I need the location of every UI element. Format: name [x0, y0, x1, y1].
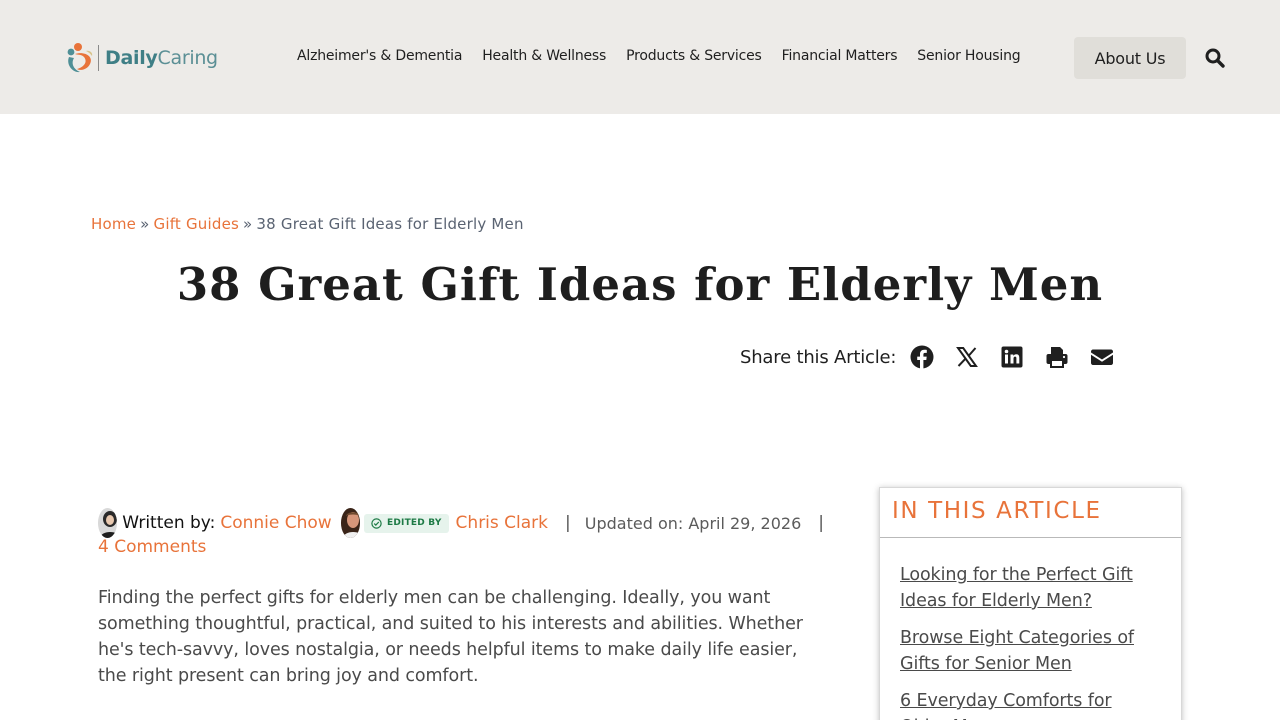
email-icon[interactable] [1090, 345, 1114, 369]
breadcrumb-home[interactable]: Home [91, 215, 136, 233]
page-title: 38 Great Gift Ideas for Elderly Men [176, 258, 1104, 311]
toc-heading: IN THIS ARTICLE [880, 488, 1181, 538]
nav-alzheimers-dementia[interactable]: Alzheimer's & Dementia [297, 48, 462, 64]
author-avatar [98, 508, 118, 538]
toc-list: Looking for the Perfect Gift Ideas for E… [880, 538, 1181, 720]
editor-avatar [340, 508, 360, 538]
table-of-contents: IN THIS ARTICLE Looking for the Perfect … [879, 487, 1182, 720]
nav-senior-housing[interactable]: Senior Housing [917, 48, 1020, 64]
toc-link-perfect-gift-ideas[interactable]: Looking for the Perfect Gift Ideas for E… [900, 565, 1133, 611]
logo-text: DailyCaring [105, 47, 218, 69]
breadcrumb-gift-guides[interactable]: Gift Guides [154, 215, 240, 233]
nav-financial-matters[interactable]: Financial Matters [782, 48, 898, 64]
x-icon[interactable] [955, 345, 979, 369]
site-header: DailyCaring Alzheimer's & Dementia Healt… [0, 0, 1280, 114]
edited-by-badge: EDITED BY [364, 513, 449, 533]
comments-link[interactable]: 4 Comments [98, 537, 838, 557]
search-icon[interactable] [1204, 47, 1226, 69]
share-bar: Share this Article: [740, 345, 1135, 369]
breadcrumb-separator: » [243, 215, 253, 233]
article-byline: Written by: Connie Chow EDITED BY Chris … [98, 508, 838, 557]
toc-link-everyday-comforts[interactable]: 6 Everyday Comforts for Older Men [900, 691, 1112, 720]
nav-products-services[interactable]: Products & Services [626, 48, 762, 64]
editor-link[interactable]: Chris Clark [456, 513, 548, 533]
author-link[interactable]: Connie Chow [220, 513, 331, 533]
linkedin-icon[interactable] [1000, 345, 1024, 369]
byline-divider: | [818, 513, 824, 533]
article-intro: Finding the perfect gifts for elderly me… [98, 588, 803, 686]
share-label: Share this Article: [740, 346, 897, 368]
about-us-button[interactable]: About Us [1074, 37, 1186, 79]
logo-mark-icon [66, 42, 94, 74]
updated-date: Updated on: April 29, 2026 [584, 513, 802, 533]
toc-item: Looking for the Perfect Gift Ideas for E… [900, 562, 1161, 614]
check-circle-icon [371, 517, 382, 529]
logo-text-daily: Daily [105, 47, 158, 69]
breadcrumb-current: 38 Great Gift Ideas for Elderly Men [256, 215, 524, 233]
nav-health-wellness[interactable]: Health & Wellness [482, 48, 606, 64]
site-logo[interactable]: DailyCaring [66, 42, 218, 74]
main-nav: Alzheimer's & Dementia Health & Wellness… [297, 48, 1021, 64]
edited-by-text: EDITED BY [387, 518, 442, 528]
toc-link-eight-categories[interactable]: Browse Eight Categories of Gifts for Sen… [900, 628, 1134, 674]
print-icon[interactable] [1045, 345, 1069, 369]
breadcrumb-separator: » [140, 215, 150, 233]
toc-item: 6 Everyday Comforts for Older Men [900, 688, 1161, 720]
breadcrumb: Home» Gift Guides» 38 Great Gift Ideas for… [91, 215, 524, 233]
toc-item: Browse Eight Categories of Gifts for Sen… [900, 625, 1161, 677]
logo-text-caring: Caring [157, 47, 219, 69]
logo-divider [98, 45, 99, 71]
byline-divider: | [565, 513, 571, 533]
written-by-label: Written by: [122, 513, 216, 533]
facebook-icon[interactable] [910, 345, 934, 369]
